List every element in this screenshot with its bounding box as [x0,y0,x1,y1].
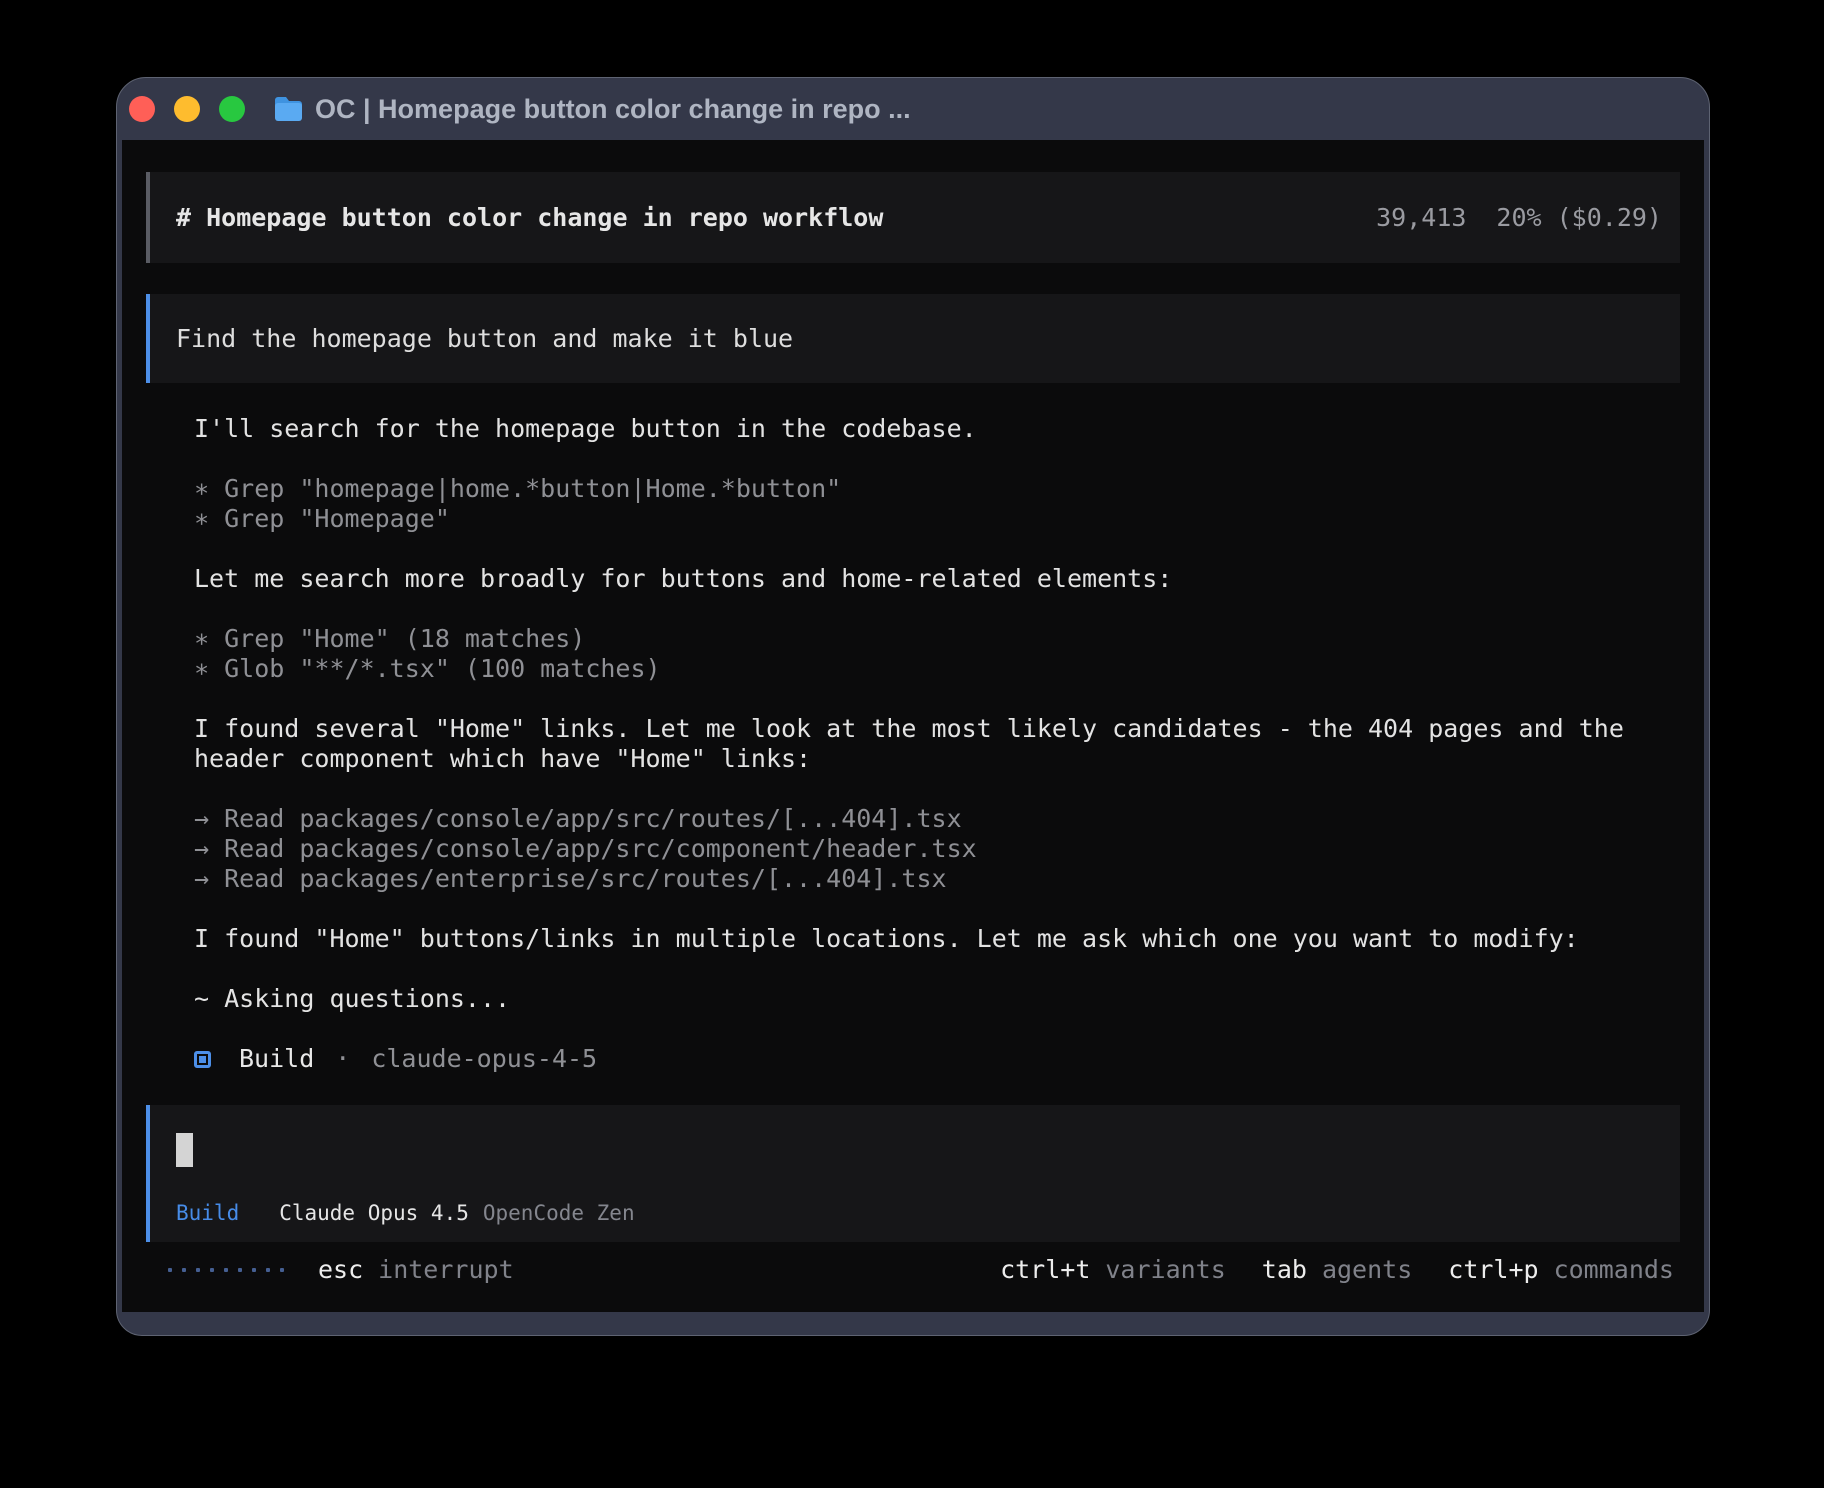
user-message: Find the homepage button and make it blu… [146,294,1680,383]
assistant-text: I'll search for the homepage button in t… [194,414,1680,444]
tool-call-line: ∗ Glob "**/*.tsx" (100 matches) [194,654,1680,684]
context-usage: 20% ($0.29) [1496,203,1662,233]
hint-key: ctrl+t [1000,1255,1090,1284]
hint-interrupt: esc interrupt [318,1255,514,1285]
hint-agents: tab agents [1262,1255,1412,1285]
hint-label: agents [1322,1255,1412,1284]
session-title: # Homepage button color change in repo w… [176,203,883,233]
hint-key: tab [1262,1255,1307,1284]
session-stats: 39,413 20% ($0.29) [1376,203,1662,233]
window-title: OC | Homepage button color change in rep… [315,94,911,125]
tool-call-line: → Read packages/enterprise/src/routes/[.… [194,864,1680,894]
hint-key: esc [318,1255,363,1284]
model-name: Claude Opus 4.5 [279,1200,469,1226]
spinner-dot [210,1268,214,1272]
tool-call-group: ∗ Grep "homepage|home.*button|Home.*butt… [194,474,1680,534]
agent-task-row: Build · claude-opus-4-5 [194,1044,1680,1074]
spinner-dots-icon [168,1268,284,1272]
terminal-window: OC | Homepage button color change in rep… [116,77,1710,1336]
text-line: I found "Home" buttons/links in multiple… [194,924,1680,954]
assistant-text: Let me search more broadly for buttons a… [194,564,1680,594]
tool-call-line: ∗ Grep "Homepage" [194,504,1680,534]
agent-task-model: claude-opus-4-5 [371,1044,597,1074]
minimize-button[interactable] [174,96,200,122]
hint-variants: ctrl+t variants [1000,1255,1226,1285]
status-bar-right: ctrl+t variants tab agents ctrl+p commands [1000,1255,1674,1285]
user-message-text: Find the homepage button and make it blu… [176,324,793,354]
close-button[interactable] [129,96,155,122]
window-titlebar[interactable]: OC | Homepage button color change in rep… [117,78,1709,140]
hint-label: commands [1554,1255,1674,1284]
agent-mode-label[interactable]: Build [176,1200,239,1226]
folder-icon [273,96,304,122]
hint-label: interrupt [378,1255,513,1284]
tool-call-line: ∗ Grep "Home" (18 matches) [194,624,1680,654]
tool-call-line: ∗ Grep "homepage|home.*button|Home.*butt… [194,474,1680,504]
agent-task-name: Build [239,1044,314,1074]
spinner-dot [182,1268,186,1272]
status-bar-left: esc interrupt [168,1255,514,1285]
status-line: ~ Asking questions... [194,984,1680,1014]
hint-commands: ctrl+p commands [1448,1255,1674,1285]
spinner-dot [224,1268,228,1272]
text-cursor-icon [176,1133,193,1167]
separator-dot: · [335,1044,350,1074]
assistant-text: I found several "Home" links. Let me loo… [194,714,1680,774]
prompt-input[interactable]: Build Claude Opus 4.5 OpenCode Zen [146,1105,1680,1242]
token-count: 39,413 [1376,203,1466,233]
text-line: Let me search more broadly for buttons a… [194,564,1680,594]
text-line: ~ Asking questions... [194,984,1680,1014]
zoom-button[interactable] [219,96,245,122]
spinner-dot [280,1268,284,1272]
square-in-square-icon [194,1051,211,1068]
assistant-text: I found "Home" buttons/links in multiple… [194,924,1680,954]
hint-label: variants [1105,1255,1225,1284]
tool-call-line: → Read packages/console/app/src/routes/[… [194,804,1680,834]
conversation: I'll search for the homepage button in t… [146,414,1680,1074]
tool-call-line: → Read packages/console/app/src/componen… [194,834,1680,864]
spinner-dot [252,1268,256,1272]
text-line: I'll search for the homepage button in t… [194,414,1680,444]
spinner-dot [168,1268,172,1272]
traffic-lights [129,96,245,122]
provider-name: OpenCode Zen [483,1200,635,1226]
status-bar: esc interrupt ctrl+t variants tab agents ct… [146,1255,1680,1285]
text-line: I found several "Home" links. Let me loo… [194,714,1680,774]
input-meta-row: Build Claude Opus 4.5 OpenCode Zen [176,1200,1654,1226]
spinner-dot [266,1268,270,1272]
spinner-dot [238,1268,242,1272]
terminal-content: # Homepage button color change in repo w… [122,140,1704,1312]
hint-key: ctrl+p [1448,1255,1538,1284]
tool-call-group: → Read packages/console/app/src/routes/[… [194,804,1680,894]
session-header: # Homepage button color change in repo w… [146,172,1680,263]
spinner-dot [196,1268,200,1272]
tool-call-group: ∗ Grep "Home" (18 matches)∗ Glob "**/*.t… [194,624,1680,684]
